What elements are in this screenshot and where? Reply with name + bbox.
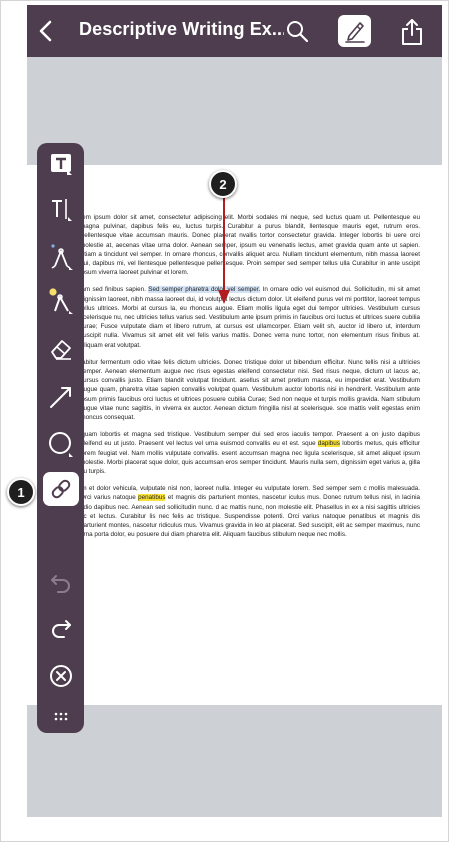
text-box-tool[interactable] bbox=[43, 147, 79, 181]
more-tool[interactable] bbox=[43, 699, 79, 733]
grid-dots-icon bbox=[54, 712, 68, 721]
redo-icon bbox=[52, 620, 71, 638]
pen-tool[interactable] bbox=[43, 240, 79, 274]
top-navigation-bar: Descriptive Writing Ex... bbox=[27, 5, 442, 57]
annotation-toolbar bbox=[37, 143, 84, 733]
paragraph: im et dolor vehicula, vulputate nisl non… bbox=[80, 484, 420, 539]
annotation-arrow bbox=[218, 196, 230, 304]
close-circle-icon bbox=[50, 665, 72, 687]
line-icon bbox=[50, 387, 71, 408]
text-cursor-tool[interactable] bbox=[43, 192, 79, 226]
paragraph: rabitur fermentum odio vitae felis dictu… bbox=[80, 358, 420, 422]
pen-nib-icon bbox=[51, 244, 73, 270]
highlighter-tool[interactable] bbox=[43, 284, 79, 318]
close-tool[interactable] bbox=[43, 659, 79, 693]
text-cursor-icon bbox=[52, 199, 72, 221]
annotate-button[interactable] bbox=[338, 15, 371, 47]
blue-highlight[interactable]: Sed semper pharetra dolor vel semper. bbox=[148, 286, 261, 294]
pen-icon bbox=[345, 22, 365, 43]
link-icon bbox=[51, 479, 71, 499]
search-icon[interactable] bbox=[285, 19, 309, 43]
undo-icon bbox=[51, 575, 70, 593]
circle-icon bbox=[49, 432, 73, 457]
callout-marker: 1 bbox=[7, 478, 35, 506]
paragraph: rem ipsum dolor sit amet, consectetur ad… bbox=[80, 214, 420, 277]
yellow-highlight[interactable]: dapibus bbox=[317, 440, 340, 448]
line-tool[interactable] bbox=[43, 380, 79, 414]
callout-marker: 2 bbox=[209, 170, 237, 198]
eraser-icon bbox=[51, 340, 71, 360]
link-tool[interactable] bbox=[43, 472, 79, 506]
chevron-left-icon[interactable] bbox=[35, 19, 57, 43]
paragraph-text: In ornare odio vel euismod dui. Sollicit… bbox=[80, 286, 420, 349]
highlighter-icon bbox=[49, 288, 73, 314]
text-box-icon bbox=[51, 154, 72, 175]
document-body: rem ipsum dolor sit amet, consectetur ad… bbox=[80, 213, 420, 548]
document-title: Descriptive Writing Ex... bbox=[79, 19, 284, 39]
paragraph: iquam lobortis et magna sed tristique. V… bbox=[80, 430, 420, 476]
eraser-tool[interactable] bbox=[43, 331, 79, 365]
undo-tool[interactable] bbox=[43, 566, 79, 600]
redo-tool[interactable] bbox=[43, 611, 79, 645]
yellow-highlight[interactable]: penatibus bbox=[138, 494, 166, 502]
shape-tool[interactable] bbox=[43, 427, 79, 461]
paragraph: iam sed finibus sapien. Sed semper phare… bbox=[80, 285, 420, 349]
share-icon[interactable] bbox=[400, 18, 424, 46]
paragraph-text: iam sed finibus sapien. bbox=[80, 286, 149, 294]
